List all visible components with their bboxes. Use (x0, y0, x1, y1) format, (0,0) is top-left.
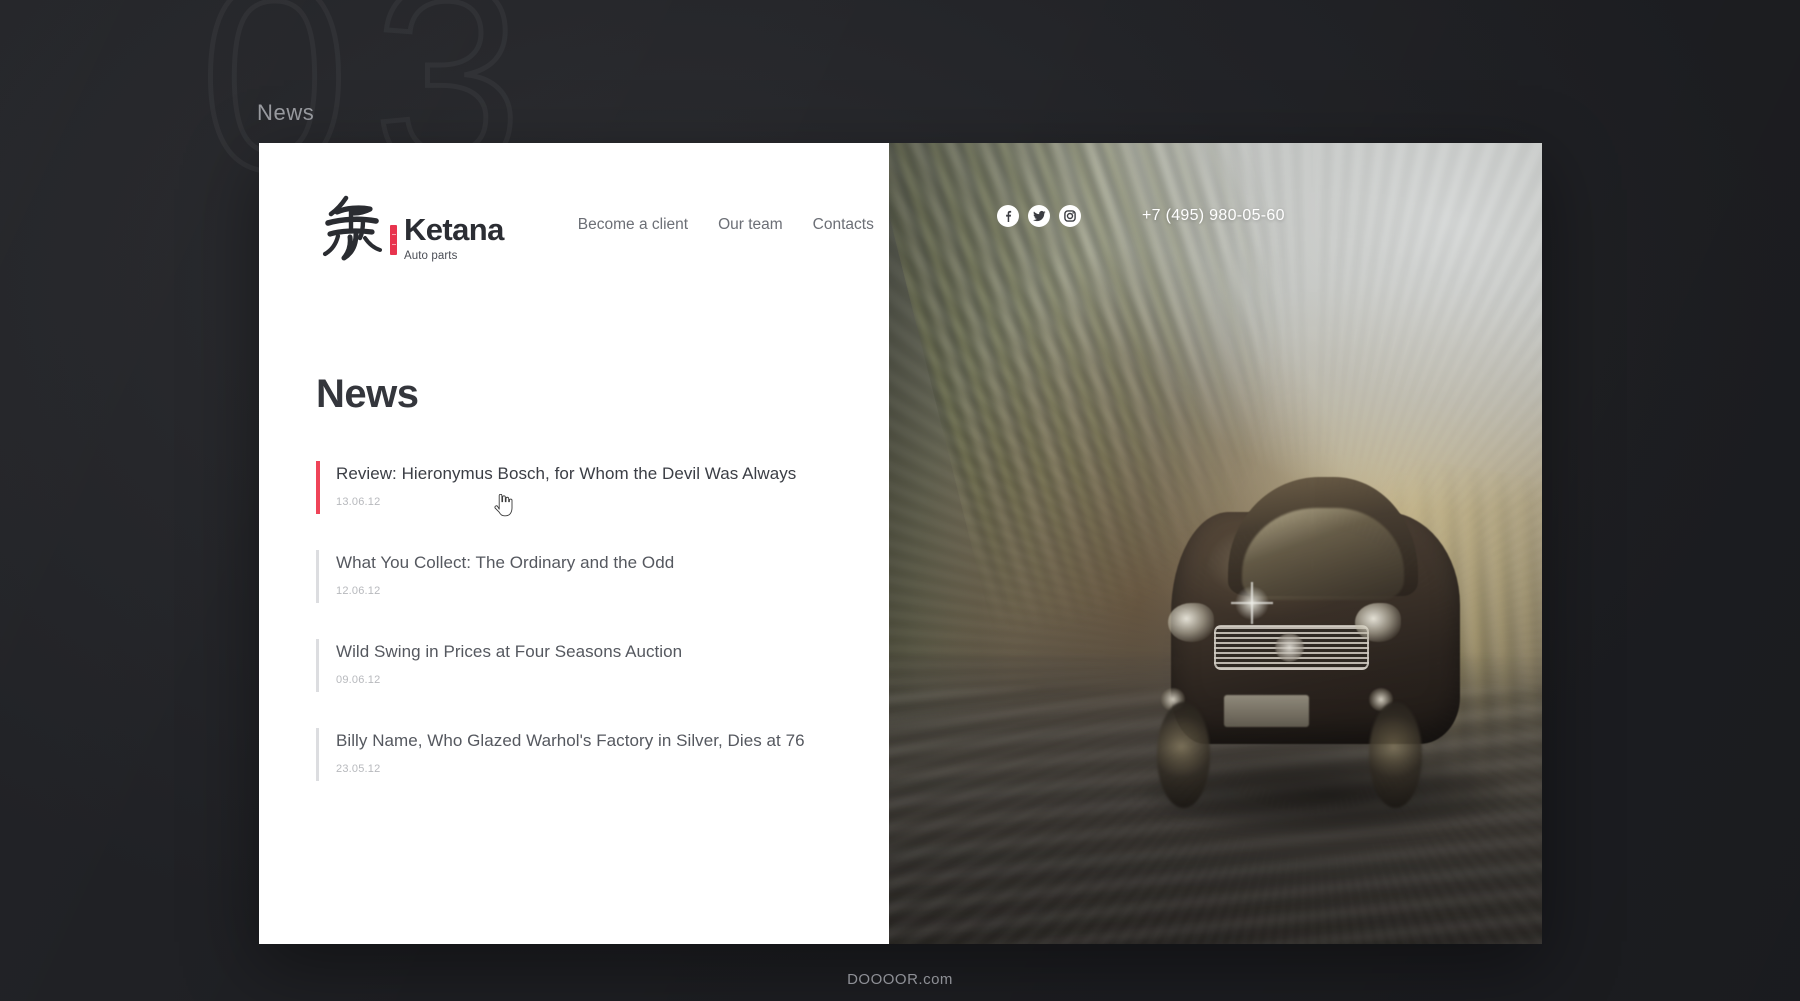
nav-item-contacts[interactable]: Contacts (813, 216, 874, 234)
instagram-icon[interactable] (1059, 205, 1081, 227)
facebook-icon[interactable] (997, 205, 1019, 227)
content-panel: Ketana Auto parts Become a client Our te… (259, 143, 889, 944)
news-item-title: Review: Hieronymus Bosch, for Whom the D… (336, 464, 797, 483)
news-item-date: 23.05.12 (336, 763, 381, 776)
photo-zoom-blur (889, 143, 1542, 944)
logo-tagline: Auto parts (404, 249, 458, 262)
news-item-date: 09.06.12 (336, 674, 381, 687)
site-header: Ketana Auto parts Become a client Our te… (259, 143, 889, 269)
news-list-item[interactable]: Billy Name, Who Glazed Warhol's Factory … (316, 728, 836, 797)
red-seal-stamp-icon (390, 225, 397, 255)
news-list-item[interactable]: Review: Hieronymus Bosch, for Whom the D… (316, 461, 836, 530)
news-list: Review: Hieronymus Bosch, for Whom the D… (316, 461, 836, 797)
news-item-title: What You Collect: The Ordinary and the O… (336, 553, 675, 573)
phone-number[interactable]: +7 (495) 980-05-60 (1142, 207, 1285, 225)
news-list-item[interactable]: What You Collect: The Ordinary and the O… (316, 550, 836, 619)
news-item-date: 13.06.12 (336, 496, 381, 509)
news-item-title: Wild Swing in Prices at Four Seasons Auc… (336, 642, 683, 662)
main-navigation: Become a client Our team Contacts (578, 216, 874, 236)
japanese-brush-character-icon (316, 190, 388, 262)
news-list-item[interactable]: Wild Swing in Prices at Four Seasons Auc… (316, 639, 836, 708)
logo-name: Ketana (404, 211, 504, 247)
twitter-icon[interactable] (1028, 205, 1050, 227)
website-mockup-card: Ketana Auto parts Become a client Our te… (259, 143, 1542, 944)
news-item-date: 12.06.12 (336, 585, 381, 598)
site-logo[interactable]: Ketana Auto parts (316, 190, 504, 262)
photo-header-overlay: +7 (495) 980-05-60 (889, 205, 1542, 227)
nav-item-become-a-client[interactable]: Become a client (578, 216, 688, 234)
page-title: News (316, 372, 419, 416)
nav-item-our-team[interactable]: Our team (718, 216, 783, 234)
hero-photo-panel: +7 (495) 980-05-60 (889, 143, 1542, 944)
site-watermark: DOOOOR.com (847, 971, 953, 988)
logo-text: Ketana Auto parts (404, 214, 504, 263)
section-label: News (257, 100, 315, 125)
news-item-title: Billy Name, Who Glazed Warhol's Factory … (336, 731, 805, 751)
